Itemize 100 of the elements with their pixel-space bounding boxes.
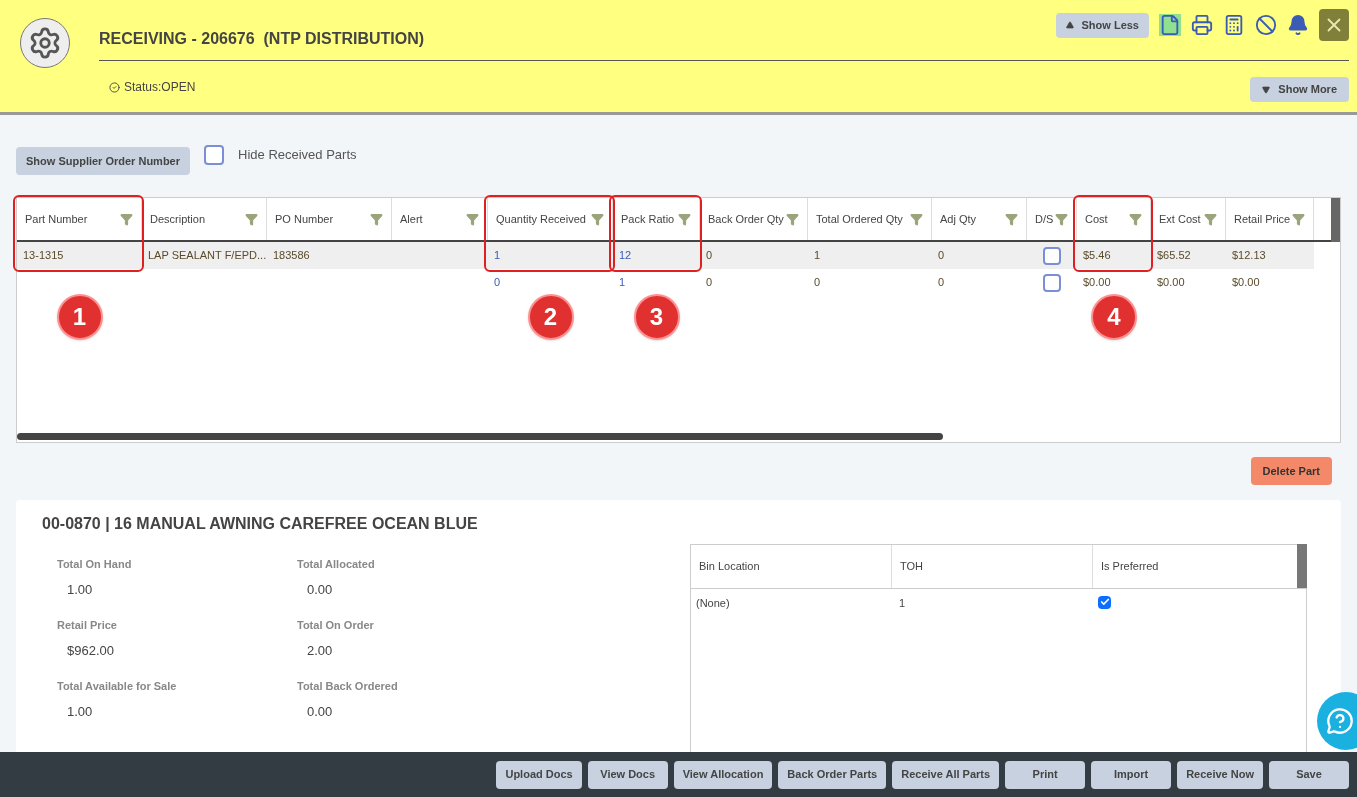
- column-header[interactable]: Adj Qty: [932, 198, 1027, 240]
- window-title: RECEIVING - 206676 (NTP DISTRIBUTION): [99, 29, 425, 49]
- checkbox[interactable]: [1043, 273, 1061, 292]
- delete-part-button[interactable]: Delete Part: [1250, 457, 1332, 485]
- table-cell-text: $5.46: [1083, 248, 1111, 264]
- table-cell-text: 0: [706, 275, 713, 291]
- footer-button[interactable]: Print: [1005, 760, 1086, 789]
- filter-icon[interactable]: [1055, 212, 1068, 226]
- table-cell[interactable]: 1: [619, 274, 626, 291]
- table-cell-text: 1: [814, 248, 821, 264]
- table-cell-text: 13-1315: [23, 248, 64, 264]
- column-header[interactable]: Alert: [392, 198, 488, 240]
- column-header[interactable]: D/S: [1027, 198, 1077, 240]
- field-value: $962.00: [67, 641, 115, 660]
- field-value: 0.00: [307, 702, 334, 721]
- print-icon[interactable]: [1191, 14, 1213, 36]
- table-cell[interactable]: 1: [494, 247, 501, 264]
- field-label: Total On Hand: [57, 557, 133, 572]
- vertical-scrollbar[interactable]: [1331, 198, 1340, 242]
- footer-button[interactable]: Back Order Parts: [778, 760, 887, 789]
- callout-marker: 3: [633, 294, 680, 340]
- field-value: 1.00: [67, 702, 94, 721]
- column-header[interactable]: Cost: [1077, 198, 1151, 240]
- field-label: Total On Order: [297, 618, 375, 633]
- table-cell: 1: [899, 597, 906, 609]
- column-header[interactable]: Ext Cost: [1151, 198, 1226, 240]
- filter-icon[interactable]: [120, 212, 133, 226]
- footer-button[interactable]: View Docs: [587, 760, 668, 789]
- gear-icon: [20, 18, 70, 68]
- field-value: 1.00: [67, 580, 94, 599]
- check-circle-icon: [109, 81, 120, 93]
- bell-icon[interactable]: [1287, 14, 1309, 36]
- column-header[interactable]: Description: [142, 198, 267, 240]
- footer-button[interactable]: Upload Docs: [496, 760, 582, 789]
- table-cell-text: LAP SEALANT F/EPD...: [148, 248, 267, 264]
- field-label: Total Available for Sale: [57, 679, 178, 694]
- filter-icon[interactable]: [786, 212, 799, 226]
- ban-icon[interactable]: [1255, 14, 1277, 36]
- callout-marker: 1: [56, 294, 103, 340]
- calculator-icon[interactable]: [1223, 14, 1245, 36]
- caret-up-icon: [1065, 21, 1074, 29]
- vertical-scrollbar[interactable]: [1297, 544, 1307, 588]
- table-row[interactable]: 13-1315 LAP SEALANT F/EPD... 183586 1 12 0 1 0 $5.46 $65.52 $12.13: [17, 242, 1314, 269]
- table-cell[interactable]: 0: [494, 274, 501, 291]
- filter-icon[interactable]: [1204, 212, 1217, 226]
- document-icon[interactable]: [1159, 14, 1181, 36]
- checkbox-label: Hide Received Parts: [238, 146, 357, 165]
- filter-icon[interactable]: [591, 212, 604, 226]
- show-more-button[interactable]: Show More: [1250, 77, 1349, 102]
- table-cell-text: $0.00: [1157, 275, 1185, 291]
- footer-button[interactable]: Receive Now: [1177, 760, 1263, 789]
- checkbox[interactable]: [1043, 246, 1061, 265]
- column-header[interactable]: PO Number: [267, 198, 392, 240]
- filter-icon[interactable]: [245, 212, 258, 226]
- filter-icon[interactable]: [466, 212, 479, 226]
- table-cell[interactable]: 12: [619, 247, 632, 264]
- column-header[interactable]: Is Preferred: [1101, 558, 1159, 575]
- footer-button[interactable]: View Allocation: [673, 760, 773, 789]
- column-header[interactable]: Part Number: [17, 198, 142, 240]
- table-cell-text: $0.00: [1083, 275, 1111, 291]
- horizontal-scrollbar[interactable]: [17, 433, 943, 440]
- table-cell-text: 0: [938, 248, 945, 264]
- checkbox[interactable]: [204, 145, 225, 165]
- filter-icon[interactable]: [910, 212, 923, 226]
- table-cell-text: $12.13: [1232, 248, 1266, 264]
- filter-icon[interactable]: [1005, 212, 1018, 226]
- filter-icon[interactable]: [1129, 212, 1142, 226]
- show-supplier-order-button[interactable]: Show Supplier Order Number: [16, 147, 191, 175]
- table-cell-text: 0: [706, 248, 713, 264]
- column-header[interactable]: Total Ordered Qty: [808, 198, 932, 240]
- column-header[interactable]: Pack Ratio: [613, 198, 700, 240]
- column-header[interactable]: Quantity Received: [488, 198, 613, 240]
- callout-marker: 4: [1091, 294, 1137, 340]
- caret-down-icon: [1262, 85, 1271, 94]
- filter-icon[interactable]: [1292, 212, 1305, 226]
- filter-icon[interactable]: [370, 212, 383, 226]
- filter-icon[interactable]: [678, 212, 691, 226]
- footer-button[interactable]: Receive All Parts: [892, 760, 1000, 789]
- field-label: Retail Price: [57, 618, 118, 633]
- show-less-button[interactable]: Show Less: [1055, 12, 1149, 38]
- footer-button[interactable]: Import: [1091, 760, 1172, 789]
- table-cell: (None): [696, 597, 730, 609]
- table-cell-text: 0: [938, 275, 945, 291]
- detail-title: 00-0870 | 16 MANUAL AWNING CAREFREE OCEAN BLUE: [42, 514, 479, 534]
- field-label: Total Allocated: [297, 557, 376, 572]
- table-cell-text: $65.52: [1157, 248, 1191, 264]
- table-cell-text: 183586: [273, 248, 310, 264]
- footer-button[interactable]: Save: [1269, 760, 1349, 789]
- callout-marker: 2: [527, 294, 574, 340]
- field-label: Total Back Ordered: [297, 679, 399, 694]
- table-cell-text: $0.00: [1232, 275, 1260, 291]
- field-value: 2.00: [307, 641, 334, 660]
- close-button[interactable]: [1319, 9, 1349, 41]
- checkbox[interactable]: [1098, 595, 1111, 609]
- column-header[interactable]: Retail Price: [1226, 198, 1314, 240]
- column-header[interactable]: Back Order Qty: [700, 198, 808, 240]
- column-header[interactable]: TOH: [900, 558, 924, 575]
- help-icon: [1326, 707, 1354, 735]
- column-header[interactable]: Bin Location: [699, 558, 760, 575]
- field-value: 0.00: [307, 580, 334, 599]
